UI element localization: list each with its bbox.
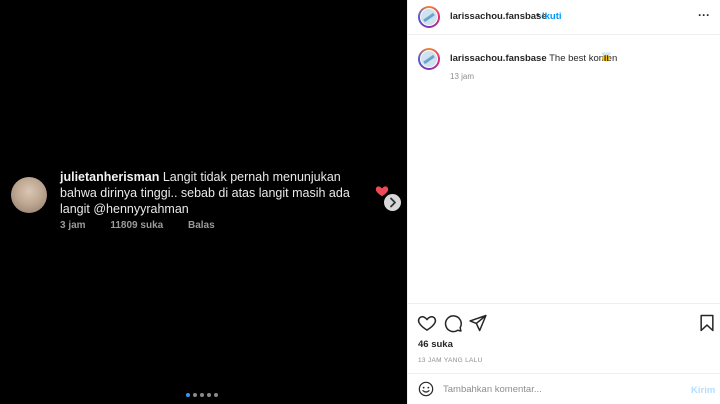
chevron-right-icon [390,197,396,208]
bookmark-icon[interactable] [697,313,717,333]
comment-avatar [11,177,47,213]
caption-avatar[interactable] [418,48,440,70]
comment-screenshot: julietanherisman Langit tidak pernah men… [0,163,407,243]
emoji-icon[interactable] [418,381,434,397]
carousel-dot [214,393,218,397]
like-count[interactable]: 46 suka [418,339,453,350]
comment-meta: 3 jam 11809 suka Balas [60,220,237,231]
comment-time: 3 jam [60,220,86,231]
comment-input[interactable] [443,380,663,398]
comment-reply: Balas [187,220,215,231]
share-icon[interactable] [468,313,488,333]
post-actions: 46 suka 13 JAM YANG LALU [408,303,720,373]
carousel-indicator [186,393,218,397]
carousel-dot [207,393,211,397]
caption-time: 13 jam [450,72,475,81]
post-media[interactable]: julietanherisman Langit tidak pernah men… [0,0,407,404]
like-heart-icon[interactable] [417,313,437,333]
comment-likes: 11809 suka [110,220,164,231]
header-username[interactable]: larissachou.fansbase [450,11,547,22]
post-header: larissachou.fansbase • Ikuti ··· [408,0,720,35]
next-slide-button[interactable] [384,194,401,211]
post-timestamp: 13 JAM YANG LALU [418,357,483,364]
post-comment-button[interactable]: Kirim [691,385,715,396]
comment-body: julietanherisman Langit tidak pernah men… [60,169,360,217]
add-comment-row: Kirim [408,373,720,404]
carousel-dot [200,393,204,397]
caption-username[interactable]: larissachou.fansbase [450,53,547,64]
bee-emoji-icon [601,52,611,62]
more-options-icon[interactable]: ··· [698,8,710,22]
follow-button[interactable]: Ikuti [542,11,562,22]
comment-username: julietanherisman [60,170,160,184]
post-side-panel: larissachou.fansbase • Ikuti ··· larissa… [407,0,720,404]
comment-icon[interactable] [443,313,463,333]
header-separator: • [536,10,540,21]
avatar[interactable] [418,6,440,28]
carousel-dot [193,393,197,397]
carousel-dot [186,393,190,397]
caption: larissachou.fansbase The best komen [450,53,617,64]
